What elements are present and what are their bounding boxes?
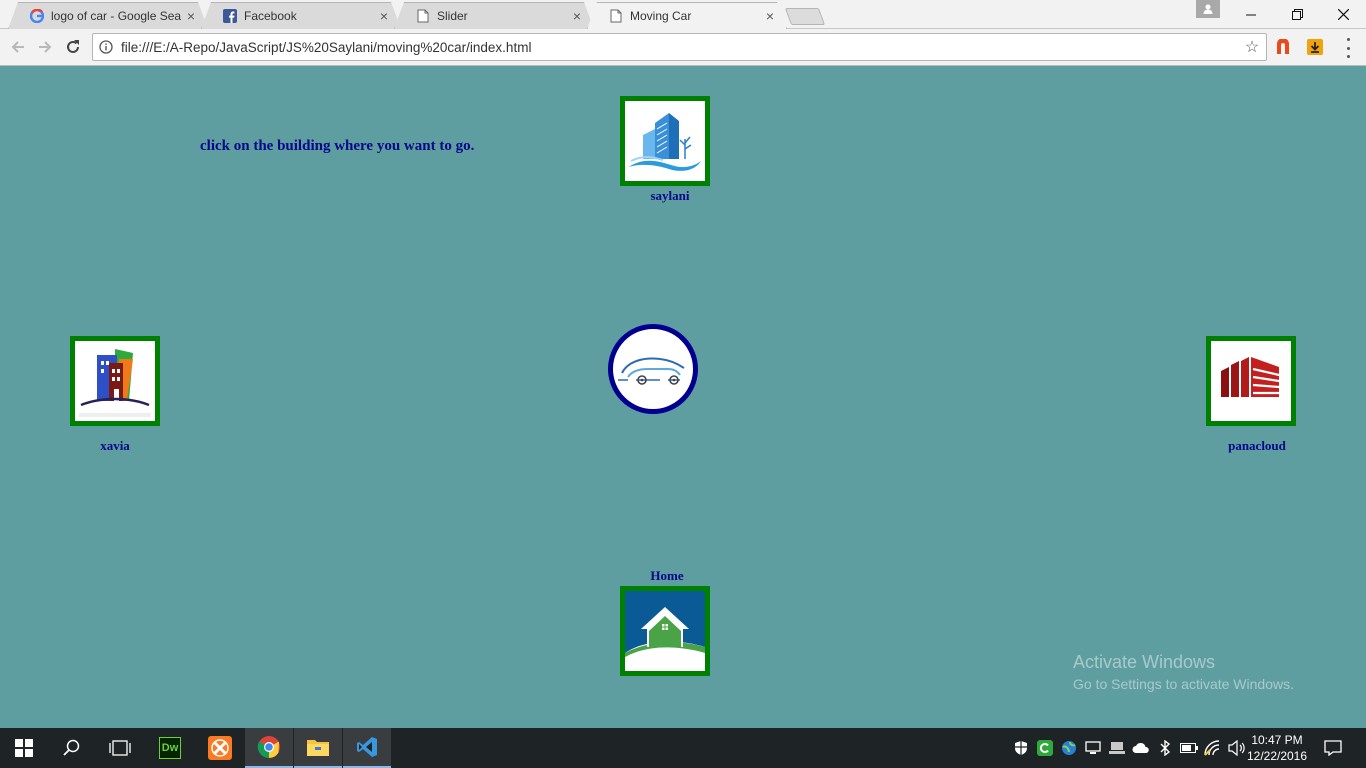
facebook-icon — [223, 8, 237, 23]
extension-icon[interactable] — [1274, 38, 1292, 56]
google-icon — [30, 8, 44, 23]
clock-date: 12/22/2016 — [1246, 749, 1308, 763]
new-tab-button[interactable] — [784, 8, 826, 25]
dreamweaver-app[interactable]: Dw — [146, 728, 194, 768]
url-text: file:///E:/A-Repo/JavaScript/JS%20Saylan… — [121, 39, 532, 55]
building-saylani[interactable] — [620, 96, 710, 186]
home-logo-icon — [625, 591, 705, 671]
car[interactable] — [608, 324, 698, 414]
reload-icon[interactable] — [63, 37, 83, 57]
devices-icon[interactable] — [1106, 728, 1128, 768]
tab-slider[interactable]: Slider × — [394, 2, 594, 29]
activate-windows-watermark: Activate Windows Go to Settings to activ… — [1073, 652, 1294, 692]
instruction-text: click on the building where you want to … — [200, 138, 475, 154]
forward-icon[interactable] — [35, 37, 55, 57]
close-icon[interactable]: × — [570, 8, 584, 24]
tab-title: Facebook — [244, 8, 297, 23]
close-icon[interactable]: × — [377, 8, 391, 24]
car-logo-icon — [618, 357, 685, 385]
bookmark-star-icon[interactable]: ☆ — [1238, 37, 1266, 57]
close-icon[interactable]: × — [184, 8, 198, 24]
bluetooth-icon[interactable] — [1154, 728, 1176, 768]
restore-icon[interactable] — [1274, 0, 1320, 29]
window-close-icon[interactable] — [1320, 0, 1366, 29]
browser-toolbar: file:///E:/A-Repo/JavaScript/JS%20Saylan… — [0, 29, 1366, 66]
wifi-icon[interactable] — [1202, 728, 1224, 768]
building-label-xavia: xavia — [100, 438, 130, 453]
page-icon — [609, 9, 623, 23]
folder-icon — [307, 740, 329, 756]
visual-studio-app[interactable] — [343, 728, 391, 768]
start-button[interactable] — [0, 728, 48, 768]
xampp-icon — [208, 736, 232, 760]
building-panacloud[interactable] — [1206, 336, 1296, 426]
profile-icon[interactable] — [1196, 0, 1220, 18]
shield-icon[interactable] — [1010, 728, 1032, 768]
update-icon[interactable] — [1034, 728, 1056, 768]
file-explorer-app[interactable] — [294, 728, 342, 768]
page-content: click on the building where you want to … — [0, 66, 1366, 728]
cloud-icon[interactable] — [1130, 728, 1152, 768]
xampp-app[interactable] — [196, 728, 244, 768]
page-icon — [416, 9, 430, 23]
close-icon[interactable]: × — [763, 8, 777, 24]
tab-title: logo of car - Google Sea — [51, 8, 182, 23]
tab-moving-car[interactable]: Moving Car × — [587, 2, 787, 29]
tab-facebook[interactable]: Facebook × — [201, 2, 401, 29]
notifications-icon[interactable] — [1320, 728, 1346, 768]
watermark-subtitle: Go to Settings to activate Windows. — [1073, 676, 1294, 692]
building-label-home: Home — [650, 568, 684, 583]
panacloud-logo-icon — [1221, 357, 1280, 397]
building-xavia[interactable] — [70, 336, 160, 426]
windows-icon — [15, 739, 33, 757]
task-view-icon[interactable] — [96, 728, 144, 768]
building-label-panacloud: panacloud — [1228, 438, 1286, 453]
volume-icon[interactable] — [1226, 728, 1248, 768]
chrome-icon — [257, 736, 280, 758]
tab-title: Slider — [437, 8, 468, 23]
tab-title: Moving Car — [630, 8, 692, 23]
battery-icon[interactable] — [1178, 728, 1200, 768]
saylani-logo-icon — [629, 113, 701, 171]
clock-time: 10:47 PM — [1251, 733, 1303, 747]
search-icon[interactable] — [48, 728, 96, 768]
chrome-app[interactable] — [245, 728, 293, 768]
minimize-icon[interactable] — [1228, 0, 1274, 29]
address-bar[interactable]: file:///E:/A-Repo/JavaScript/JS%20Saylan… — [92, 33, 1267, 61]
back-icon[interactable] — [8, 37, 28, 57]
building-label-saylani: saylani — [650, 188, 690, 203]
info-icon[interactable] — [93, 40, 119, 54]
download-extension-icon[interactable] — [1306, 38, 1324, 56]
building-home[interactable] — [620, 586, 710, 676]
clock[interactable]: 10:47 PM 12/22/2016 — [1246, 732, 1308, 764]
watermark-title: Activate Windows — [1073, 652, 1216, 672]
taskbar: Dw 10:47 PM 12/22/2016 — [0, 728, 1366, 768]
visual-studio-icon — [357, 737, 377, 757]
menu-icon[interactable] — [1340, 38, 1356, 58]
xavia-logo-icon — [79, 349, 151, 417]
network-globe-icon[interactable] — [1058, 728, 1080, 768]
display-icon[interactable] — [1082, 728, 1104, 768]
tab-strip: logo of car - Google Sea × Facebook × Sl… — [0, 0, 1366, 29]
tab-google-search[interactable]: logo of car - Google Sea × — [8, 2, 208, 29]
dreamweaver-icon: Dw — [159, 737, 181, 759]
